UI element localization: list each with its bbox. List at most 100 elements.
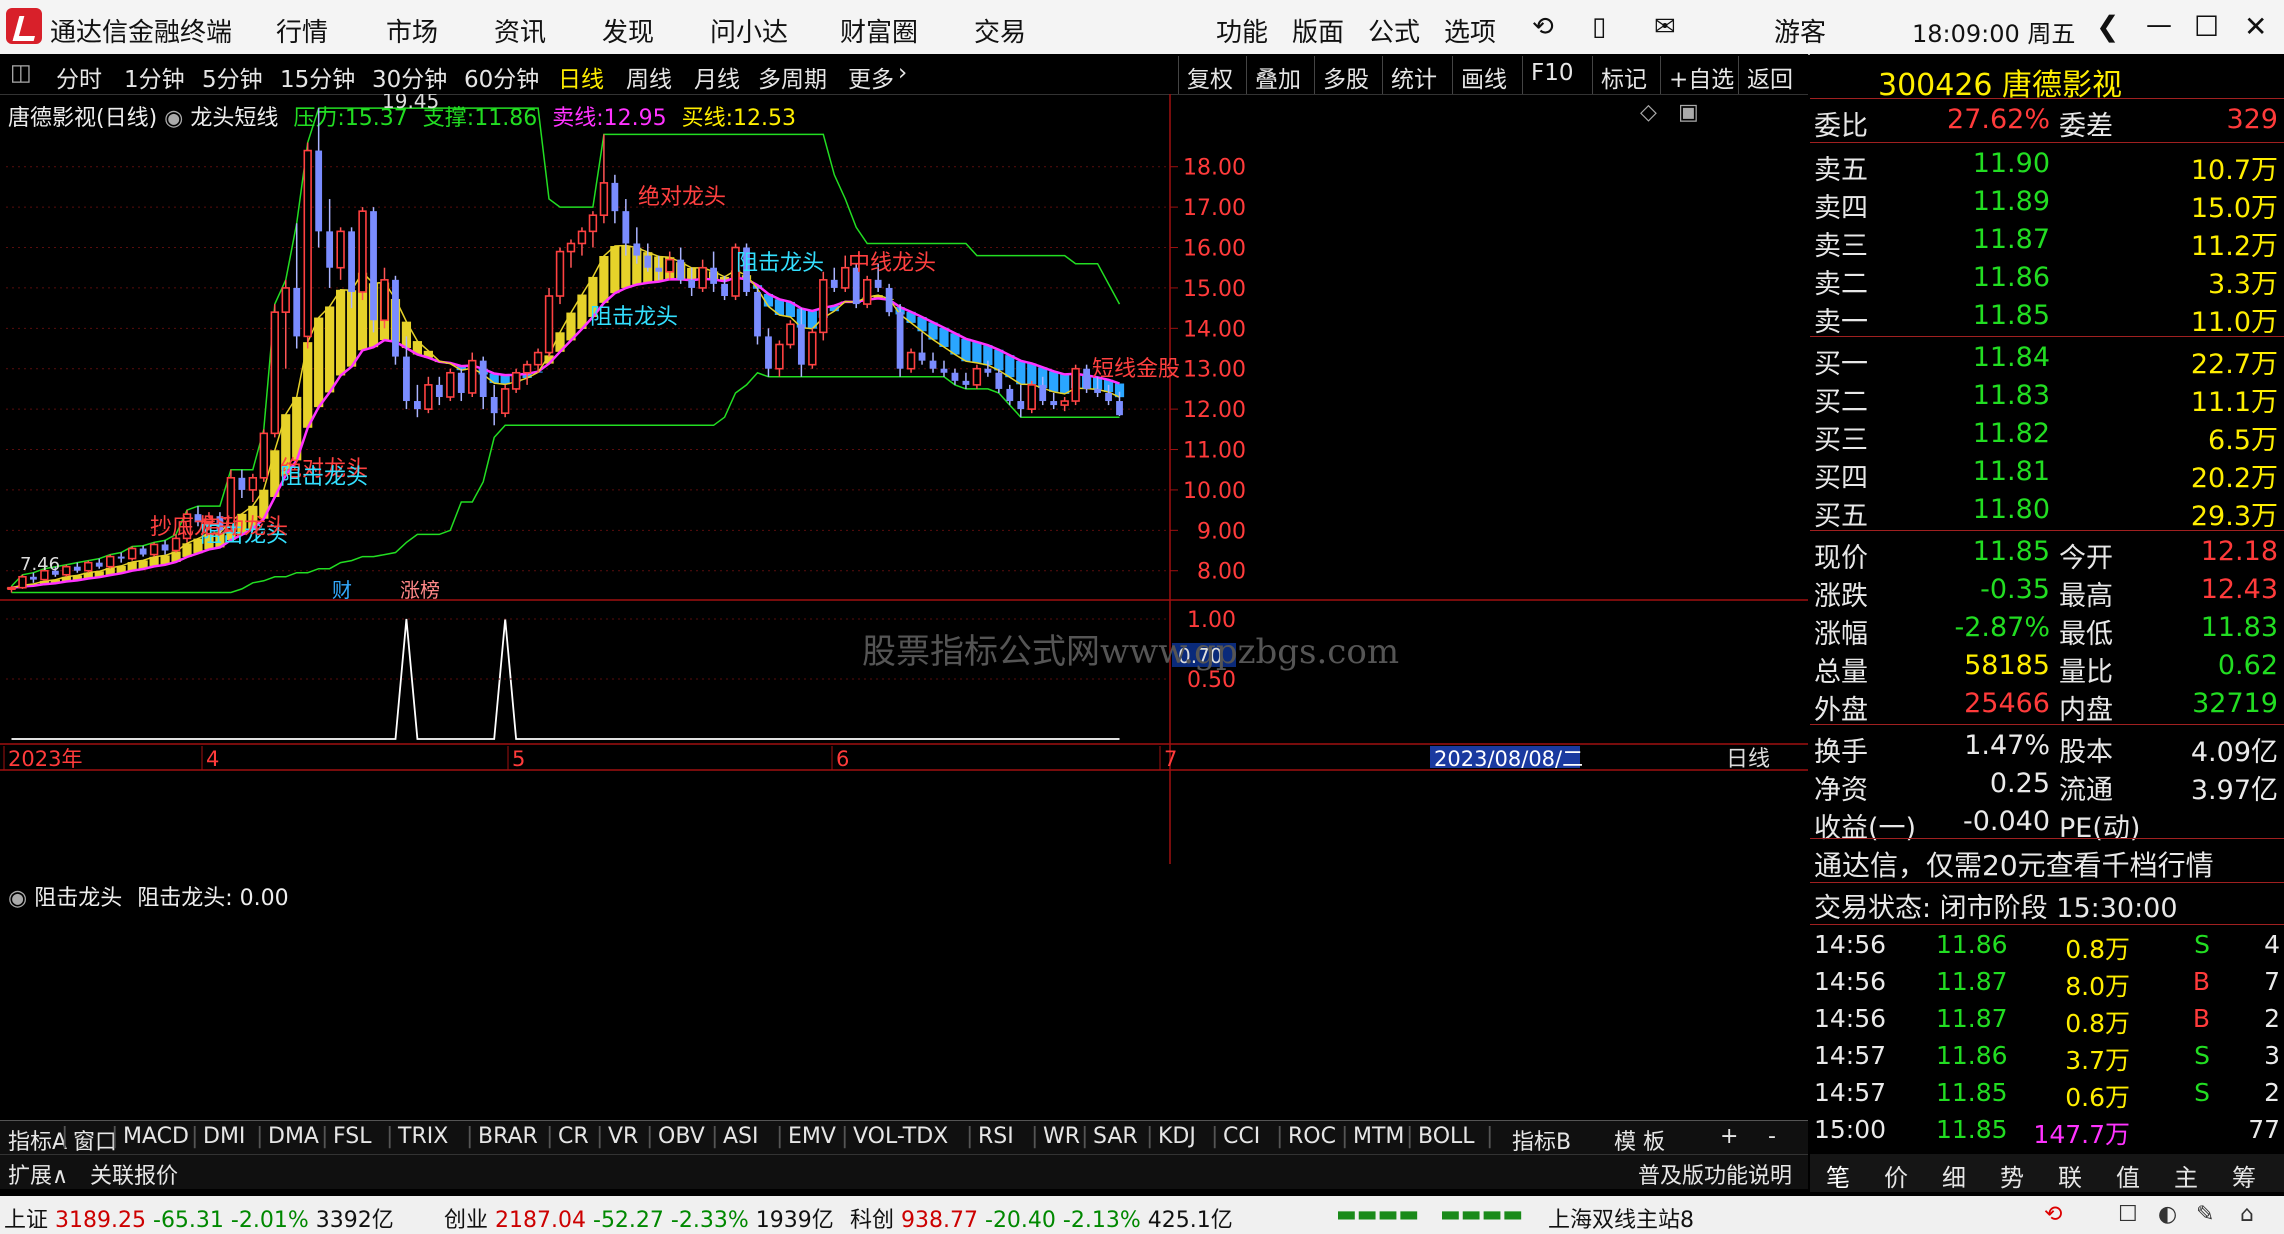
kline-chart[interactable]: 绝对龙头阻击龙头阻击龙头抄底龙头绝对龙头阻击龙头中线龙头短线金股阻击龙头启动龙头… <box>0 94 1808 1120</box>
close-icon[interactable]: ✕ <box>2244 10 2267 43</box>
settings-icon[interactable]: ✎ <box>2196 1202 2214 1227</box>
refresh-icon[interactable]: ⟲ <box>1532 12 1554 42</box>
minimize-icon[interactable]: — <box>2146 10 2172 40</box>
stat-row[interactable]: 涨幅 -2.87% 最低 11.83 <box>1814 612 2280 650</box>
mini-bars-icon[interactable]: ▬▬▬▬ <box>1336 1202 1419 1227</box>
mark-button[interactable]: 标记 <box>1592 56 1655 94</box>
indicator-right-0[interactable]: 指标B <box>1512 1124 1571 1156</box>
indicator-tab-wr[interactable]: WR <box>1043 1124 1080 1149</box>
menu-jiaoyi[interactable]: 交易 <box>974 12 1026 49</box>
period-monthly[interactable]: 月线 <box>694 60 740 94</box>
menu-xuanxiang[interactable]: 选项 <box>1444 12 1496 49</box>
period-60min[interactable]: 60分钟 <box>464 60 539 94</box>
user-label[interactable]: 游客 <box>1774 12 1826 49</box>
sub-indicator-dot-icon[interactable]: ◉ <box>8 886 34 911</box>
right-tab-5[interactable]: 值 <box>2116 1158 2140 1193</box>
right-tab-4[interactable]: 联 <box>2058 1158 2082 1193</box>
right-tab-2[interactable]: 细 <box>1942 1158 1966 1193</box>
indicator-tab-cr[interactable]: CR <box>558 1124 589 1149</box>
server-name[interactable]: 上海双线主站8 <box>1548 1202 1694 1234</box>
menu-gongneng[interactable]: 功能 <box>1216 12 1268 49</box>
indicator-tab-kdj[interactable]: KDJ <box>1158 1124 1196 1149</box>
buy-level-2[interactable]: 买二 11.83 11.1万 <box>1814 380 2280 418</box>
indicator-tab-指标a[interactable]: 指标A <box>8 1124 67 1156</box>
sell-level-4[interactable]: 卖四 11.89 15.0万 <box>1814 186 2280 224</box>
edition-info-link[interactable]: 普及版功能说明 <box>1638 1158 1792 1190</box>
fuquan-button[interactable]: 复权 <box>1178 56 1241 94</box>
sell-level-5[interactable]: 卖五 11.90 10.7万 <box>1814 148 2280 186</box>
indicator-tab-sar[interactable]: SAR <box>1093 1124 1138 1149</box>
menu-shichang[interactable]: 市场 <box>386 12 438 49</box>
mini-bars-icon[interactable]: ▬▬▬▬ <box>1440 1202 1523 1227</box>
phone-icon[interactable]: ▯ <box>1592 12 1606 42</box>
sell-level-1[interactable]: 卖一 11.85 11.0万 <box>1814 300 2280 338</box>
overlay-button[interactable]: 叠加 <box>1246 56 1309 94</box>
period-1min[interactable]: 1分钟 <box>124 60 185 94</box>
stats-button[interactable]: 统计 <box>1382 56 1445 94</box>
menu-gongshi[interactable]: 公式 <box>1368 12 1420 49</box>
menu-caifuquan[interactable]: 财富圈 <box>840 12 918 49</box>
fund-row[interactable]: 净资 0.25 流通 3.97亿 <box>1814 768 2280 806</box>
promo-row[interactable]: 通达信，仅需20元查看千档行情 <box>1814 844 2280 882</box>
maximize-icon[interactable]: ☐ <box>2194 10 2219 43</box>
period-fenshi[interactable]: 分时 <box>56 60 102 94</box>
right-tab-7[interactable]: 筹 <box>2232 1158 2256 1193</box>
indicator-tab-macd[interactable]: MACD <box>123 1124 189 1149</box>
menu-faxian[interactable]: 发现 <box>602 12 654 49</box>
indicator-tab-vr[interactable]: VR <box>608 1124 638 1149</box>
period-daily[interactable]: 日线 <box>558 60 604 94</box>
indicator-right-2[interactable]: + <box>1720 1124 1738 1149</box>
indicator-tab-mtm[interactable]: MTM <box>1353 1124 1404 1149</box>
stat-row[interactable]: 涨跌 -0.35 最高 12.43 <box>1814 574 2280 612</box>
right-tab-6[interactable]: 主 <box>2174 1158 2198 1193</box>
index-quote[interactable]: 创业 2187.04 -52.27 -2.33% 1939亿 <box>444 1202 834 1234</box>
fund-row[interactable]: 收益(一) -0.040 PE(动) <box>1814 806 2280 844</box>
panel-toggle-icon[interactable]: ◫ <box>10 60 32 86</box>
indicator-tab-asi[interactable]: ASI <box>723 1124 759 1149</box>
period-multi[interactable]: 多周期 <box>758 60 827 94</box>
indicator-tab-fsl[interactable]: FSL <box>333 1124 372 1149</box>
menu-wenxiaoda[interactable]: 问小达 <box>710 12 788 49</box>
menu-banmian[interactable]: 版面 <box>1292 12 1344 49</box>
expand-button[interactable]: 扩展∧ <box>8 1158 68 1190</box>
right-tab-0[interactable]: 笔 <box>1826 1158 1850 1193</box>
sell-level-3[interactable]: 卖三 11.87 11.2万 <box>1814 224 2280 262</box>
indicator-tab-emv[interactable]: EMV <box>788 1124 836 1149</box>
stat-row[interactable]: 外盘 25466 内盘 32719 <box>1814 688 2280 726</box>
menu-hangqing[interactable]: 行情 <box>276 12 328 49</box>
return-button[interactable]: 返回 <box>1738 56 1801 94</box>
period-5min[interactable]: 5分钟 <box>202 60 263 94</box>
indicator-tab-rsi[interactable]: RSI <box>978 1124 1014 1149</box>
stat-row[interactable]: 现价 11.85 今开 12.18 <box>1814 536 2280 574</box>
menu-zixun[interactable]: 资讯 <box>494 12 546 49</box>
period-more[interactable]: 更多 <box>848 60 894 94</box>
indicator-right-3[interactable]: - <box>1768 1124 1776 1149</box>
window-icon[interactable]: ☐ <box>2118 1202 2138 1227</box>
indicator-tab-boll[interactable]: BOLL <box>1418 1124 1475 1149</box>
buy-level-3[interactable]: 买三 11.82 6.5万 <box>1814 418 2280 456</box>
stat-row[interactable]: 总量 58185 量比 0.62 <box>1814 650 2280 688</box>
buy-level-5[interactable]: 买五 11.80 29.3万 <box>1814 494 2280 532</box>
indicator-tab-trix[interactable]: TRIX <box>398 1124 448 1149</box>
indicator-tab-dma[interactable]: DMA <box>268 1124 319 1149</box>
bell-icon[interactable]: ⌂ <box>2240 1202 2254 1227</box>
connection-icon[interactable]: ⟲ <box>2044 1202 2062 1227</box>
promo-text[interactable]: 通达信，仅需20元查看千档行情 <box>1814 844 2214 884</box>
indicator-tab-dmi[interactable]: DMI <box>203 1124 245 1149</box>
indicator-tab-obv[interactable]: OBV <box>658 1124 705 1149</box>
back-icon[interactable]: ❮ <box>2096 10 2119 43</box>
buy-level-1[interactable]: 买一 11.84 22.7万 <box>1814 342 2280 380</box>
period-30min[interactable]: 30分钟 <box>372 60 447 94</box>
multi-stock-button[interactable]: 多股 <box>1314 56 1377 94</box>
mail-icon[interactable]: ✉ <box>1654 12 1676 42</box>
f10-button[interactable]: F10 <box>1522 56 1582 94</box>
sell-level-2[interactable]: 卖二 11.86 3.3万 <box>1814 262 2280 300</box>
right-tab-3[interactable]: 势 <box>2000 1158 2024 1193</box>
related-quote-button[interactable]: 关联报价 <box>90 1158 178 1190</box>
buy-level-4[interactable]: 买四 11.81 20.2万 <box>1814 456 2280 494</box>
draw-line-button[interactable]: 画线 <box>1452 56 1515 94</box>
index-quote[interactable]: 科创 938.77 -20.40 -2.13% 425.1亿 <box>850 1202 1233 1234</box>
indicator-tab-cci[interactable]: CCI <box>1223 1124 1260 1149</box>
indicator-right-1[interactable]: 模 板 <box>1614 1124 1665 1156</box>
fund-row[interactable]: 换手 1.47% 股本 4.09亿 <box>1814 730 2280 768</box>
